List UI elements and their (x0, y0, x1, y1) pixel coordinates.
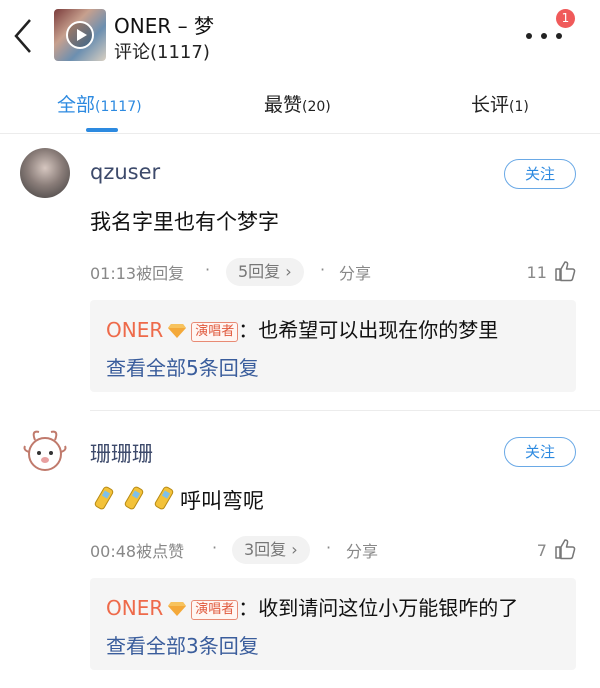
thumbs-up-icon (555, 261, 576, 282)
tab-label: 长评 (471, 94, 510, 116)
share-button[interactable]: 分享 (346, 538, 378, 562)
view-all-replies-link[interactable]: 查看全部3条回复 (106, 630, 259, 659)
comment-time: 01:13被回复 (90, 264, 185, 283)
diamond-icon (168, 602, 187, 616)
avatar[interactable] (20, 426, 70, 476)
comment-text: 我名字里也有个梦字 (90, 210, 279, 234)
reply-author[interactable]: ONER (106, 318, 163, 342)
reply-line: ONER 演唱者 ：也希望可以出现在你的梦里 (106, 314, 498, 343)
reply-text: ：也希望可以出现在你的梦里 (238, 318, 499, 342)
phone-emoji-icon (94, 486, 114, 510)
follow-button[interactable]: 关注 (504, 437, 576, 467)
reply-author[interactable]: ONER (106, 596, 163, 620)
phone-emoji-icon (124, 486, 144, 510)
song-cover-thumbnail[interactable] (54, 9, 106, 61)
song-title: ONER – 梦 (114, 14, 214, 38)
avatar[interactable] (20, 148, 70, 198)
reply-preview[interactable]: ONER 演唱者 ：也希望可以出现在你的梦里 查看全部5条回复 (90, 300, 576, 392)
tab-count: (20) (302, 99, 331, 115)
more-options-icon[interactable] (524, 24, 564, 48)
comment-count-title: 评论(1117) (114, 42, 210, 63)
separator-dot: · (205, 260, 211, 279)
divider (90, 410, 600, 411)
tab-long-reviews[interactable]: 长评(1) (471, 90, 529, 117)
like-button[interactable]: 11 (527, 260, 576, 282)
like-count: 11 (526, 263, 547, 282)
replies-button[interactable]: 3回复 › (232, 536, 310, 564)
reply-preview[interactable]: ONER 演唱者 ：收到请问这位小万能银咋的了 查看全部3条回复 (90, 578, 576, 670)
separator-dot: · (326, 538, 332, 557)
view-all-replies-link[interactable]: 查看全部5条回复 (106, 352, 259, 381)
phone-emoji-icon (154, 486, 174, 510)
comment-meta: 00:48被点赞 · 3回复 › · 分享 7 (90, 536, 580, 564)
like-button[interactable]: 7 (537, 538, 576, 560)
play-icon[interactable] (66, 21, 94, 49)
comment-time: 00:48被点赞 (90, 542, 185, 561)
comment-item: qzuser 关注 我名字里也有个梦字 01:13被回复 · 5回复 › · 分… (0, 134, 600, 410)
separator-dot: · (320, 260, 326, 279)
comment-text: 呼叫弯呢 (90, 484, 264, 515)
tab-label: 最赞 (264, 94, 303, 116)
comment-username[interactable]: 珊珊珊 (90, 438, 153, 468)
comment-text-body: 呼叫弯呢 (180, 489, 264, 513)
singer-role-tag: 演唱者 (191, 322, 239, 342)
comment-tabs: 全部(1117) 最赞(20) 长评(1) (0, 74, 600, 134)
thumbs-up-icon (555, 539, 576, 560)
tab-all[interactable]: 全部(1117) (57, 90, 142, 117)
notification-badge: 1 (556, 9, 575, 28)
replies-button[interactable]: 5回复 › (226, 258, 304, 286)
comment-item: 珊珊珊 关注 呼叫弯呢 00:48被点赞 · 3回复 › · 分享 7 ONER… (0, 412, 600, 688)
tab-count: (1117) (95, 99, 142, 115)
singer-role-tag: 演唱者 (191, 600, 239, 620)
like-count: 7 (536, 541, 547, 560)
reply-line: ONER 演唱者 ：收到请问这位小万能银咋的了 (106, 592, 518, 621)
share-button[interactable]: 分享 (339, 260, 371, 284)
tab-top-liked[interactable]: 最赞(20) (264, 90, 331, 117)
back-arrow-icon[interactable] (10, 16, 40, 56)
diamond-icon (168, 324, 187, 338)
tab-count: (1) (509, 99, 529, 115)
top-bar: ONER – 梦 评论(1117) 1 (0, 0, 600, 74)
active-tab-indicator (86, 128, 118, 132)
reply-text: ：收到请问这位小万能银咋的了 (238, 596, 519, 620)
tab-label: 全部 (57, 94, 96, 116)
follow-button[interactable]: 关注 (504, 159, 576, 189)
comment-meta: 01:13被回复 · 5回复 › · 分享 11 (90, 258, 580, 286)
separator-dot: · (212, 538, 218, 557)
comment-username[interactable]: qzuser (90, 160, 160, 184)
